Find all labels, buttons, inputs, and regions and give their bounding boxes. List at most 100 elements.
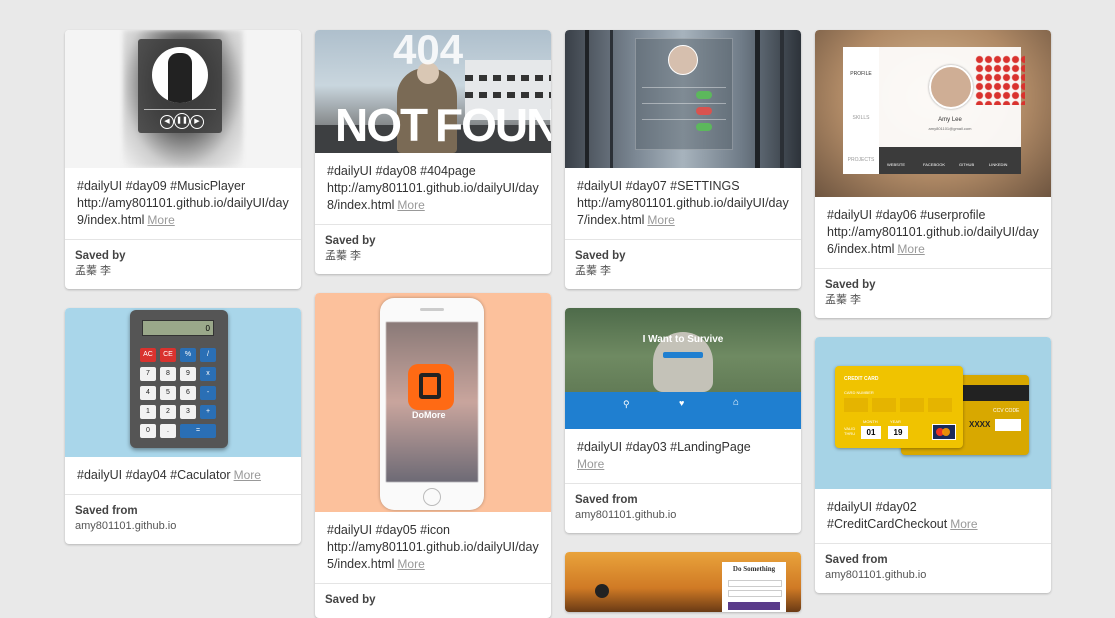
calculator-key[interactable]: 9 xyxy=(180,367,196,381)
pin-description: #dailyUI #day04 #Caculator More xyxy=(65,457,301,495)
saved-label: Saved by xyxy=(575,250,626,262)
saved-value[interactable]: amy801101.github.io xyxy=(825,568,1041,583)
saved-label: Saved from xyxy=(575,494,638,506)
more-link[interactable]: More xyxy=(397,557,424,571)
calculator-key[interactable]: 8 xyxy=(160,367,176,381)
more-link[interactable]: More xyxy=(950,517,977,531)
saved-value[interactable]: amy801101.github.io xyxy=(575,508,791,523)
saved-value[interactable]: amy801101.github.io xyxy=(75,519,291,534)
settings-panel xyxy=(635,38,733,150)
pin-card-day04[interactable]: 0 AC CE% / 7 8 9 x 4 5 6- 1 2 3 +0. = #dailyUI #day04 … xyxy=(65,308,301,544)
calculator-key[interactable]: 1 xyxy=(140,405,156,419)
profile-sidebar: PROFILE SKILLS PROJECTS xyxy=(843,47,879,174)
music-player-widget: ◀ ❚❚ ▶ xyxy=(138,39,222,133)
calculator-key[interactable]: + xyxy=(200,405,216,419)
pin-saved-info: Saved by 孟蓁 李 xyxy=(565,240,801,289)
pin-image-404[interactable]: 404 NOT FOUND xyxy=(315,30,551,153)
pause-icon[interactable]: ❚❚ xyxy=(174,113,190,129)
pin-card-day07[interactable]: #dailyUI #day07 #SETTINGS http://amy8011… xyxy=(565,30,801,289)
prev-icon[interactable]: ◀ xyxy=(160,115,174,129)
saved-value[interactable]: 孟蓁 李 xyxy=(825,293,1041,308)
link-github[interactable]: GITHUB xyxy=(959,162,974,167)
pin-card-day08[interactable]: 404 NOT FOUND #dailyUI #day08 #404page h… xyxy=(315,30,551,274)
month-select[interactable]: 01 xyxy=(861,426,881,439)
pin-image-calculator[interactable]: 0 AC CE% / 7 8 9 x 4 5 6- 1 2 3 +0. = xyxy=(65,308,301,457)
pin-image-userprofile[interactable]: PROFILE SKILLS PROJECTS Amy Lee amy80110… xyxy=(815,30,1051,197)
saved-label: Saved from xyxy=(825,554,888,566)
pin-saved-info: Saved from amy801101.github.io xyxy=(815,544,1051,593)
pin-description: #dailyUI #day09 #MusicPlayer http://amy8… xyxy=(65,168,301,240)
valid-thru-label: VALID THRU xyxy=(844,426,856,436)
calculator-key[interactable]: 2 xyxy=(160,405,176,419)
pin-description: #dailyUI #day05 #icon http://amy801101.g… xyxy=(315,512,551,584)
pin-saved-info: Saved by xyxy=(315,584,551,618)
tab-profile[interactable]: PROFILE xyxy=(843,71,879,77)
heart-balloons xyxy=(975,55,1025,105)
pin-image-landing[interactable]: I Want to Survive ⚲ ♥ ⌂ xyxy=(565,308,801,429)
domore-app-icon xyxy=(408,364,454,410)
pin-image-settings[interactable] xyxy=(565,30,801,168)
saved-value[interactable]: 孟蓁 李 xyxy=(325,249,541,264)
more-link[interactable]: More xyxy=(897,242,924,256)
avatar xyxy=(668,45,698,75)
saved-label: Saved by xyxy=(325,235,376,247)
calculator-key[interactable]: x xyxy=(200,367,216,381)
landing-headline: I Want to Survive xyxy=(642,334,724,345)
pin-image-credit-card[interactable]: CCV CODE XXXX CREDIT CARD CARD NUMBER VA… xyxy=(815,337,1051,489)
link-facebook[interactable]: FACEBOOK xyxy=(923,162,945,167)
calculator-key[interactable]: 5 xyxy=(160,386,176,400)
pin-card-day01[interactable]: Do Something xyxy=(565,552,801,612)
card-number-inputs[interactable] xyxy=(844,398,954,412)
pin-description: #dailyUI #day06 #userprofile http://amy8… xyxy=(815,197,1051,269)
calculator-key[interactable]: / xyxy=(200,348,216,362)
year-select[interactable]: 19 xyxy=(888,426,908,439)
pin-description: #dailyUI #day08 #404page http://amy80110… xyxy=(315,153,551,225)
more-link[interactable]: More xyxy=(397,198,424,212)
calculator-key[interactable]: 0 xyxy=(140,424,156,438)
saved-value[interactable]: 孟蓁 李 xyxy=(575,264,791,279)
link-linkedin[interactable]: LINKEDIN xyxy=(989,162,1007,167)
pin-card-day05[interactable]: DoMore #dailyUI #day05 #icon http://amy8… xyxy=(315,293,551,618)
card-front: CREDIT CARD CARD NUMBER VALID THRU MONTH… xyxy=(835,366,963,448)
ccv-value: XXXX xyxy=(969,420,991,429)
pin-image-music-player[interactable]: ◀ ❚❚ ▶ xyxy=(65,30,301,168)
calculator-key[interactable]: AC xyxy=(140,348,156,362)
more-link[interactable]: More xyxy=(147,213,174,227)
toggle-icon[interactable] xyxy=(696,91,712,99)
pin-card-day09[interactable]: ◀ ❚❚ ▶ #dailyUI #day09 #MusicPlayer http… xyxy=(65,30,301,289)
not-text: NOT xyxy=(335,99,428,151)
more-link[interactable]: More xyxy=(234,468,261,482)
pin-card-day03[interactable]: I Want to Survive ⚲ ♥ ⌂ #dailyUI #day03 … xyxy=(565,308,801,533)
saved-value[interactable]: 孟蓁 李 xyxy=(75,264,291,279)
calculator-key[interactable]: - xyxy=(200,386,216,400)
pin-card-day06[interactable]: PROFILE SKILLS PROJECTS Amy Lee amy80110… xyxy=(815,30,1051,318)
do-something-title: Do Something xyxy=(732,565,776,573)
pin-image-icon[interactable]: DoMore xyxy=(315,293,551,512)
profile-links-bar: WEBSITE FACEBOOK GITHUB LINKEDIN xyxy=(879,147,1021,174)
more-link[interactable]: More xyxy=(577,457,604,471)
saved-label: Saved by xyxy=(75,250,126,262)
calculator-key[interactable]: 7 xyxy=(140,367,156,381)
calculator-key[interactable]: = xyxy=(180,424,216,438)
calculator-key[interactable]: CE xyxy=(160,348,176,362)
calculator-key[interactable]: % xyxy=(180,348,196,362)
next-icon[interactable]: ▶ xyxy=(190,115,204,129)
link-website[interactable]: WEBSITE xyxy=(887,162,905,167)
pin-card-day02[interactable]: CCV CODE XXXX CREDIT CARD CARD NUMBER VA… xyxy=(815,337,1051,593)
landing-cta-button[interactable] xyxy=(663,352,703,358)
ccv-input[interactable] xyxy=(995,419,1021,431)
tab-skills[interactable]: SKILLS xyxy=(843,115,879,121)
calculator-key[interactable]: 6 xyxy=(180,386,196,400)
saved-label: Saved from xyxy=(75,505,138,517)
more-link[interactable]: More xyxy=(647,213,674,227)
toggle-icon[interactable] xyxy=(696,123,712,131)
saved-label: Saved by xyxy=(325,594,376,606)
year-label: YEAR xyxy=(890,419,901,424)
mastercard-icon xyxy=(932,424,956,440)
calculator-key[interactable]: . xyxy=(160,424,176,438)
tab-projects[interactable]: PROJECTS xyxy=(843,157,879,163)
pin-image-do-something[interactable]: Do Something xyxy=(565,552,801,612)
toggle-icon[interactable] xyxy=(696,107,712,115)
calculator-key[interactable]: 4 xyxy=(140,386,156,400)
calculator-key[interactable]: 3 xyxy=(180,405,196,419)
